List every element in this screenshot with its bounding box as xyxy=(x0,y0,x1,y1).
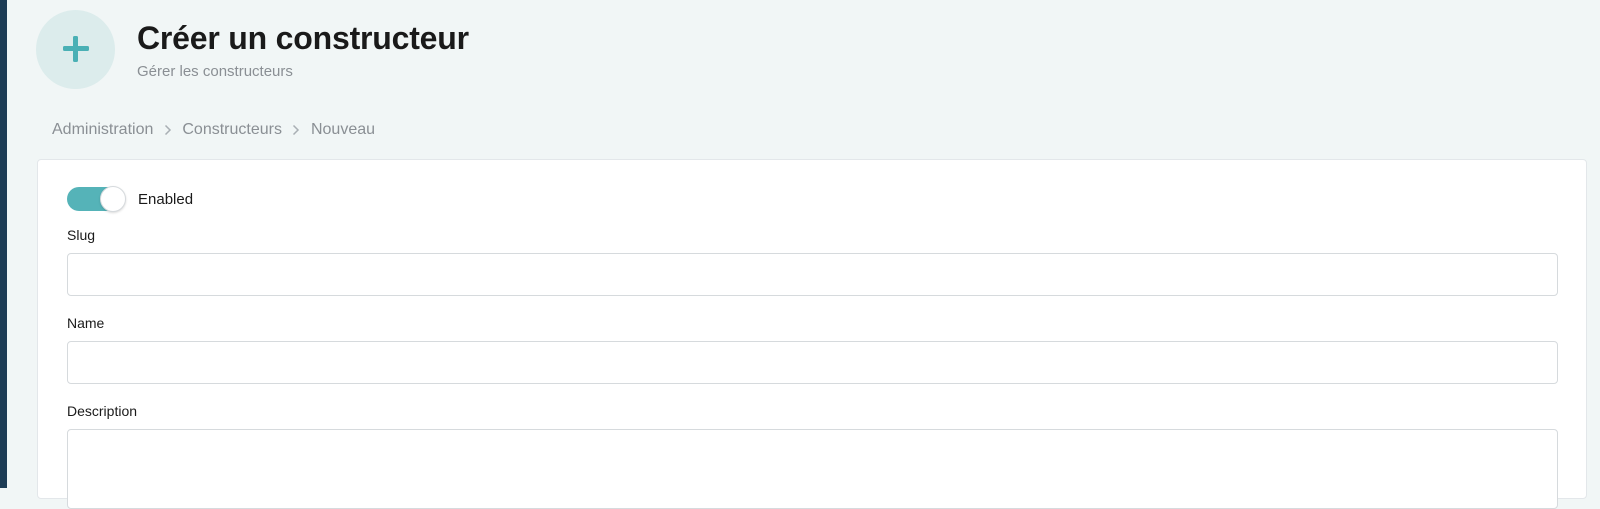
name-label: Name xyxy=(67,315,105,331)
plus-icon xyxy=(62,36,89,62)
breadcrumb-item-constructeurs[interactable]: Constructeurs xyxy=(182,121,282,139)
enabled-label: Enabled xyxy=(138,190,194,208)
enabled-toggle[interactable] xyxy=(67,186,126,212)
breadcrumb-item-administration[interactable]: Administration xyxy=(52,121,153,139)
slug-input[interactable] xyxy=(67,253,1558,296)
name-input[interactable] xyxy=(67,341,1558,384)
chevron-right-icon xyxy=(153,124,182,136)
page-header: Créer un constructeur Gérer les construc… xyxy=(36,9,469,89)
form-card: Enabled Slug Name Description xyxy=(37,159,1587,509)
sidebar-edge xyxy=(0,0,7,488)
description-textarea[interactable] xyxy=(67,429,1558,509)
slug-label: Slug xyxy=(67,227,96,243)
chevron-right-icon xyxy=(282,124,311,136)
breadcrumb-item-nouveau: Nouveau xyxy=(310,121,376,138)
header-text: Créer un constructeur Gérer les construc… xyxy=(137,19,469,80)
page-title: Créer un constructeur xyxy=(137,19,469,56)
header-icon-circle xyxy=(36,9,115,89)
enabled-row: Enabled xyxy=(67,186,194,212)
description-label: Description xyxy=(67,403,138,419)
breadcrumb: Administration Constructeurs Nouveau xyxy=(52,121,375,139)
page-subtitle: Gérer les constructeurs xyxy=(137,62,293,80)
toggle-knob xyxy=(100,186,126,212)
